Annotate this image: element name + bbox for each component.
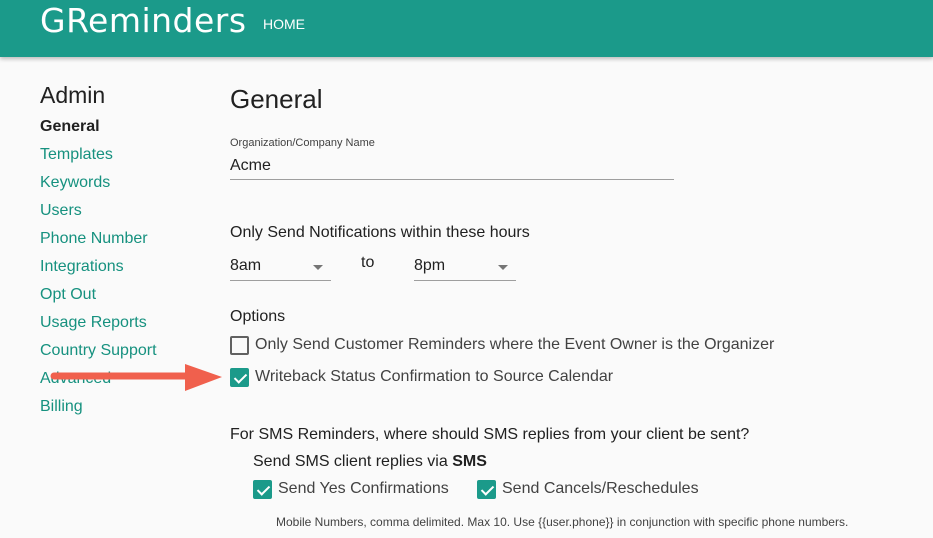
sms-cancels-reschedules[interactable]: Send Cancels/Reschedules (477, 478, 699, 500)
sidebar-item-integrations[interactable]: Integrations (40, 257, 210, 285)
sms-yes-confirmations-checkbox[interactable] (253, 479, 272, 499)
sms-cancels-reschedules-checkbox[interactable] (477, 479, 496, 499)
sidebar-item-users[interactable]: Users (40, 201, 210, 229)
sidebar-item-general[interactable]: General (40, 117, 210, 145)
option-writeback-status[interactable]: Writeback Status Confirmation to Source … (230, 366, 613, 388)
sidebar-item-billing[interactable]: Billing (40, 397, 210, 425)
general-settings-panel: General Organization/Company Name Only S… (230, 82, 920, 529)
sidebar-item-opt-out[interactable]: Opt Out (40, 285, 210, 313)
option-writeback-status-label: Writeback Status Confirmation to Source … (255, 368, 614, 385)
sms-yes-confirmations-label: Send Yes Confirmations (278, 480, 449, 497)
options-label: Options (230, 308, 286, 325)
chevron-down-icon (313, 265, 323, 270)
option-owner-organizer[interactable]: Only Send Customer Reminders where the E… (230, 334, 774, 356)
hours-to-word: to (361, 254, 375, 271)
sidebar-item-phone-number[interactable]: Phone Number (40, 229, 210, 257)
sms-replies-question: For SMS Reminders, where should SMS repl… (230, 426, 750, 443)
sidebar-item-templates[interactable]: Templates (40, 145, 210, 173)
chevron-down-icon (498, 265, 508, 270)
option-writeback-status-checkbox[interactable] (230, 367, 249, 387)
sms-yes-confirmations[interactable]: Send Yes Confirmations (253, 478, 449, 500)
sms-cancels-reschedules-label: Send Cancels/Reschedules (502, 480, 699, 497)
hours-to-select[interactable]: 8pm (414, 253, 516, 281)
mobile-numbers-note: Mobile Numbers, comma delimited. Max 10.… (276, 515, 849, 529)
app-logo[interactable]: GReminders (40, 1, 247, 40)
top-app-bar: GReminders HOME (0, 0, 933, 57)
sidebar-title: Admin (40, 82, 106, 108)
option-owner-organizer-checkbox[interactable] (230, 335, 249, 355)
sms-via-value: SMS (452, 453, 487, 470)
sidebar-item-keywords[interactable]: Keywords (40, 173, 210, 201)
nav-home-link[interactable]: HOME (263, 16, 305, 32)
sms-via-line: Send SMS client replies via SMS (253, 453, 487, 471)
option-owner-organizer-label: Only Send Customer Reminders where the E… (255, 336, 775, 353)
org-name-input[interactable] (230, 152, 674, 180)
annotation-arrow-icon (50, 364, 222, 391)
hours-to-value: 8pm (414, 257, 446, 274)
hours-from-select[interactable]: 8am (230, 253, 331, 281)
org-name-label: Organization/Company Name (230, 137, 375, 149)
sms-via-prefix: Send SMS client replies via (253, 453, 448, 470)
hours-label: Only Send Notifications within these hou… (230, 224, 530, 241)
sidebar-item-usage-reports[interactable]: Usage Reports (40, 313, 210, 341)
hours-from-value: 8am (230, 257, 262, 274)
page-title: General (230, 84, 323, 114)
